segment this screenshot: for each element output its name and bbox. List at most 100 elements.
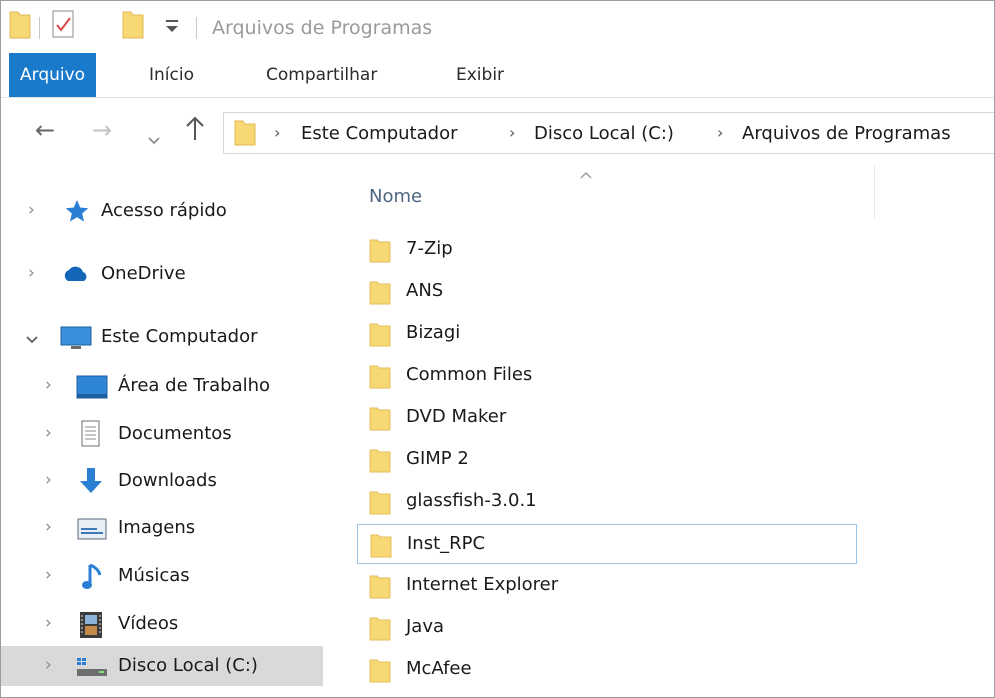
nav-item-label: Músicas (118, 565, 190, 586)
nav-item-label: Downloads (118, 470, 217, 491)
file-name: Common Files (406, 364, 533, 385)
file-name: Internet Explorer (406, 574, 559, 595)
file-name: Java (406, 616, 445, 637)
nav-item-videos[interactable]: › Vídeos (1, 604, 323, 644)
folder-icon (369, 238, 391, 263)
computer-icon (59, 325, 93, 355)
chevron-right-icon[interactable]: › (28, 263, 35, 283)
file-name: ANS (406, 280, 444, 301)
folder-icon (370, 533, 392, 558)
folder-icon (369, 616, 391, 641)
title-bar: Arquivos de Programas (1, 1, 994, 53)
file-row[interactable]: Inst_RPC (357, 524, 857, 564)
customize-quick-access-icon[interactable] (164, 15, 180, 41)
cloud-icon (61, 263, 91, 287)
window-title: Arquivos de Programas (212, 17, 433, 39)
navigation-pane: › Acesso rápido › OneDrive Este Computad… (1, 166, 323, 697)
file-name: 7-Zip (406, 238, 453, 259)
nav-item-label: Acesso rápido (101, 200, 227, 221)
sort-ascending-icon (579, 168, 593, 184)
properties-icon[interactable] (52, 9, 76, 45)
breadcrumb-separator: › (717, 123, 724, 142)
tab-inicio[interactable]: Início (149, 53, 194, 97)
drive-icon (75, 656, 109, 682)
folder-icon (234, 118, 256, 150)
file-row[interactable]: glassfish-3.0.1 (357, 482, 857, 522)
ribbon-tabs: Arquivo Início Compartilhar Exibir (1, 53, 994, 98)
file-row[interactable]: Bizagi (357, 314, 857, 354)
nav-item-label: Disco Local (C:) (118, 655, 258, 676)
file-row[interactable]: Internet Explorer (357, 566, 857, 606)
nav-item-acesso-rapido[interactable]: › Acesso rápido (1, 191, 323, 231)
folder-icon (369, 322, 391, 347)
back-arrow-icon[interactable]: ← (35, 116, 55, 144)
nav-item-onedrive[interactable]: › OneDrive (1, 254, 323, 294)
file-row[interactable]: GIMP 2 (357, 440, 857, 480)
file-name: Bizagi (406, 322, 461, 343)
folder-icon (369, 658, 391, 683)
nav-item-disco-local[interactable]: › Disco Local (C:) (1, 646, 323, 686)
breadcrumb-separator: › (274, 123, 281, 142)
column-divider[interactable] (874, 166, 875, 218)
chevron-right-icon[interactable]: › (45, 375, 52, 395)
nav-item-label: Área de Trabalho (118, 375, 271, 396)
nav-item-area-de-trabalho[interactable]: › Área de Trabalho (1, 366, 323, 406)
file-name: DVD Maker (406, 406, 507, 427)
star-icon (64, 198, 90, 228)
nav-item-label: Vídeos (118, 613, 179, 634)
chevron-right-icon[interactable]: › (45, 470, 52, 490)
nav-item-label: Este Computador (101, 326, 258, 347)
file-row[interactable]: ANS (357, 272, 857, 312)
image-icon (77, 518, 107, 544)
address-bar[interactable]: › Este Computador › Disco Local (C:) › A… (223, 112, 994, 154)
music-note-icon (81, 562, 105, 596)
new-folder-icon[interactable] (122, 9, 144, 43)
breadcrumb-este-computador[interactable]: Este Computador (301, 123, 457, 144)
folder-icon (369, 448, 391, 473)
nav-item-imagens[interactable]: › Imagens (1, 508, 323, 548)
file-row[interactable]: Common Files (357, 356, 857, 396)
breadcrumb-disco-local[interactable]: Disco Local (C:) (534, 123, 674, 144)
column-header-nome[interactable]: Nome (369, 186, 422, 207)
tab-exibir[interactable]: Exibir (456, 53, 504, 97)
separator (39, 17, 40, 39)
file-name: Inst_RPC (407, 533, 486, 554)
chevron-right-icon[interactable]: › (45, 655, 52, 675)
folder-icon (369, 364, 391, 389)
file-name: McAfee (406, 658, 472, 679)
download-arrow-icon (77, 466, 105, 500)
chevron-down-icon[interactable] (25, 330, 39, 350)
film-icon (79, 611, 103, 643)
breadcrumb-separator: › (509, 123, 516, 142)
chevron-right-icon[interactable]: › (45, 613, 52, 633)
folder-icon (9, 9, 31, 43)
nav-item-label: Imagens (118, 517, 196, 538)
chevron-right-icon[interactable]: › (45, 423, 52, 443)
nav-item-musicas[interactable]: › Músicas (1, 556, 323, 596)
forward-arrow-icon[interactable]: → (92, 116, 112, 144)
chevron-right-icon[interactable]: › (28, 200, 35, 220)
file-name: glassfish-3.0.1 (406, 490, 537, 511)
nav-item-downloads[interactable]: › Downloads (1, 461, 323, 501)
desktop-icon (76, 375, 108, 403)
chevron-right-icon[interactable]: › (45, 517, 52, 537)
nav-item-este-computador[interactable]: Este Computador (1, 317, 323, 357)
folder-icon (369, 280, 391, 305)
file-row[interactable]: Java (357, 608, 857, 648)
tab-compartilhar[interactable]: Compartilhar (266, 53, 377, 97)
nav-item-documentos[interactable]: › Documentos (1, 414, 323, 454)
separator (196, 17, 197, 39)
file-name: GIMP 2 (406, 448, 469, 469)
file-row[interactable]: McAfee (357, 650, 857, 690)
file-explorer-window: Arquivos de Programas Arquivo Início Com… (0, 0, 995, 698)
recent-locations-chevron-icon[interactable] (147, 124, 161, 152)
file-row[interactable]: DVD Maker (357, 398, 857, 438)
folder-icon (369, 406, 391, 431)
up-arrow-icon[interactable] (185, 116, 205, 148)
breadcrumb-arquivos-de-programas[interactable]: Arquivos de Programas (742, 123, 951, 144)
folder-icon (369, 574, 391, 599)
tab-arquivo[interactable]: Arquivo (9, 53, 97, 97)
chevron-right-icon[interactable]: › (45, 565, 52, 585)
file-row[interactable]: 7-Zip (357, 230, 857, 270)
nav-item-label: OneDrive (101, 263, 186, 284)
